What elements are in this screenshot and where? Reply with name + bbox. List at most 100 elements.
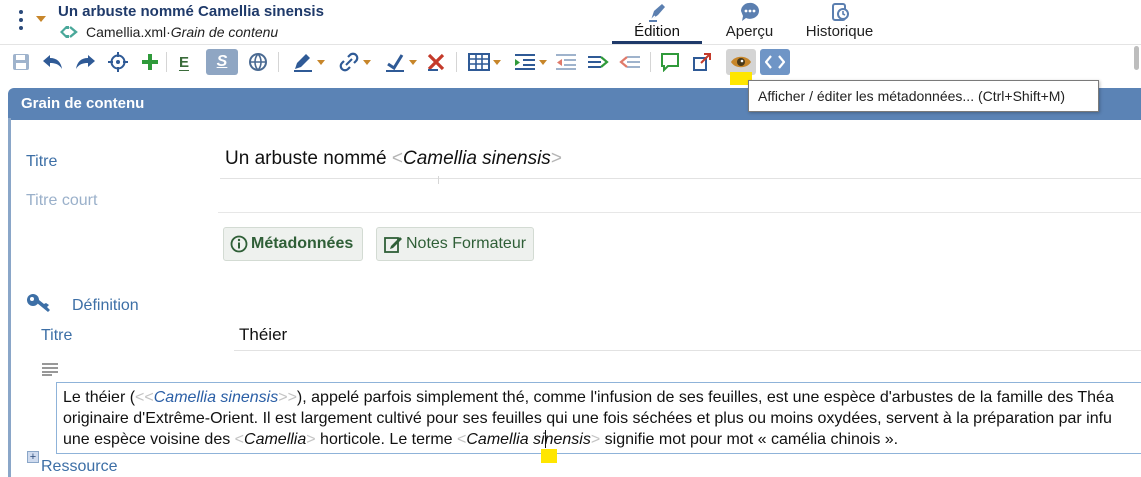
move-right-icon xyxy=(588,56,609,68)
tab-historique[interactable]: Historique xyxy=(797,0,882,44)
redo-icon xyxy=(76,55,95,69)
tab-apercu-label: Aperçu xyxy=(725,23,774,40)
paragraph-line: originaire d'Extrême-Orient. Il est larg… xyxy=(63,410,1112,428)
tag-close: > xyxy=(550,148,562,169)
term-run[interactable]: Camellia sinensis xyxy=(154,389,279,406)
target-button[interactable] xyxy=(106,50,130,74)
save-icon xyxy=(13,54,29,70)
text-run: une espèce voisine des xyxy=(63,431,235,448)
definition-title: Définition xyxy=(72,297,139,314)
eye-metadata-icon xyxy=(731,56,751,68)
external-link-icon xyxy=(693,53,711,71)
code-icon xyxy=(765,55,785,69)
history-icon xyxy=(797,1,882,23)
add-button[interactable] xyxy=(138,50,162,74)
remove-button[interactable] xyxy=(424,50,448,74)
toolbar-separator xyxy=(650,52,651,72)
titre-court-label: Titre court xyxy=(26,192,98,209)
document-subtitle: Camellia.xml · Grain de contenu xyxy=(58,23,278,41)
text-run: originaire d'Extrême-Orient. Il est larg… xyxy=(63,410,1112,427)
outdent-button[interactable] xyxy=(554,50,578,74)
toolbar-separator xyxy=(166,52,167,72)
pen-nib-icon xyxy=(612,1,702,23)
redo-button[interactable] xyxy=(72,50,98,74)
toolbar-separator xyxy=(278,52,279,72)
cross-icon xyxy=(427,53,445,71)
italic-s-button[interactable]: S xyxy=(206,49,238,75)
key-icon xyxy=(26,292,52,319)
tag-close: >> xyxy=(278,389,297,406)
paragraph-icon[interactable] xyxy=(41,362,59,381)
link-icon xyxy=(339,52,358,72)
paragraph-line: une espèce voisine des <Camellia> hortic… xyxy=(63,431,898,449)
chevron-down-icon xyxy=(408,59,417,65)
chevron-down-icon[interactable] xyxy=(36,16,46,22)
titre-label: Titre xyxy=(26,153,58,170)
indent-icon xyxy=(514,54,535,70)
metadata-tooltip: Afficher / éditer les métadonnées... (Ct… xyxy=(748,80,1099,112)
outdent-icon xyxy=(556,54,576,70)
text-caret xyxy=(545,430,546,448)
notes-formateur-button[interactable]: Notes Formateur xyxy=(376,227,534,261)
definition-titre-underline xyxy=(234,350,1141,351)
add-resource-button[interactable]: + xyxy=(27,451,39,463)
definition-titre-value[interactable]: Théier xyxy=(239,325,287,345)
emphasis-button[interactable]: E xyxy=(172,50,196,74)
chevron-down-icon xyxy=(538,59,547,65)
paragraph-line: Le théier (<<Camellia sinensis>>), appel… xyxy=(63,389,1114,407)
info-icon xyxy=(230,235,248,253)
tab-edition[interactable]: Édition xyxy=(612,0,702,44)
metadata-button[interactable]: Métadonnées xyxy=(223,227,363,261)
target-icon xyxy=(108,52,128,72)
table-button[interactable] xyxy=(464,50,504,74)
more-menu-icon[interactable] xyxy=(16,8,26,34)
toolbar-separator xyxy=(456,52,457,72)
note-edit-icon xyxy=(384,237,402,253)
titre-value[interactable]: Un arbuste nommé <Camellia sinensis> xyxy=(225,148,562,170)
pen-button[interactable] xyxy=(288,50,328,74)
text-run: Le théier ( xyxy=(63,389,136,406)
globe-button[interactable] xyxy=(246,50,270,74)
toolbar-scrollbar[interactable] xyxy=(1134,46,1139,70)
tag-open: < xyxy=(457,431,467,448)
tab-apercu[interactable]: Aperçu xyxy=(712,0,787,44)
check-icon xyxy=(385,54,404,72)
metadata-button-label: Métadonnées xyxy=(251,235,354,252)
titre-italic: Camellia sinensis xyxy=(402,148,551,169)
file-name: Camellia.xml xyxy=(86,24,167,40)
document-header: Un arbuste nommé Camellia sinensis Camel… xyxy=(0,0,1141,44)
text-run: ), appelé parfois simplement thé, comme … xyxy=(296,389,1114,406)
move-left-button[interactable] xyxy=(618,50,642,74)
resource-label[interactable]: Ressource xyxy=(41,458,117,476)
chevron-down-icon xyxy=(362,59,371,65)
chevron-down-icon xyxy=(492,59,501,65)
move-right-button[interactable] xyxy=(586,50,610,74)
check-button[interactable] xyxy=(380,50,420,74)
document-type: Grain de contenu xyxy=(170,24,279,40)
comment-button[interactable] xyxy=(658,50,682,74)
document-title: Un arbuste nommé Camellia sinensis xyxy=(58,3,324,20)
titre-court-field[interactable] xyxy=(218,212,1141,213)
tag-close: > xyxy=(306,431,316,448)
chevron-down-icon xyxy=(316,59,325,65)
notes-formateur-label: Notes Formateur xyxy=(406,235,527,252)
undo-button[interactable] xyxy=(40,50,66,74)
external-link-button[interactable] xyxy=(690,50,714,74)
save-button[interactable] xyxy=(10,50,32,74)
editor-toolbar: E S xyxy=(0,44,1141,79)
indent-button[interactable] xyxy=(510,50,550,74)
definition-paragraph[interactable]: Le théier (<<Camellia sinensis>>), appel… xyxy=(56,382,1141,454)
add-icon xyxy=(142,54,158,70)
text-run: signifie mot pour mot « camélia chinois … xyxy=(600,431,899,448)
link-button[interactable] xyxy=(334,50,374,74)
field-tick xyxy=(438,176,439,184)
italic-s-icon: S xyxy=(216,53,228,70)
move-left-icon xyxy=(619,56,640,68)
tag-open: < xyxy=(391,148,403,169)
titre-text: Un arbuste nommé xyxy=(225,148,392,169)
undo-icon xyxy=(43,55,62,69)
chat-bubble-icon xyxy=(712,1,787,23)
code-view-button[interactable] xyxy=(760,49,790,75)
text-run: horticole. Le terme xyxy=(315,431,458,448)
comment-icon xyxy=(661,53,679,72)
